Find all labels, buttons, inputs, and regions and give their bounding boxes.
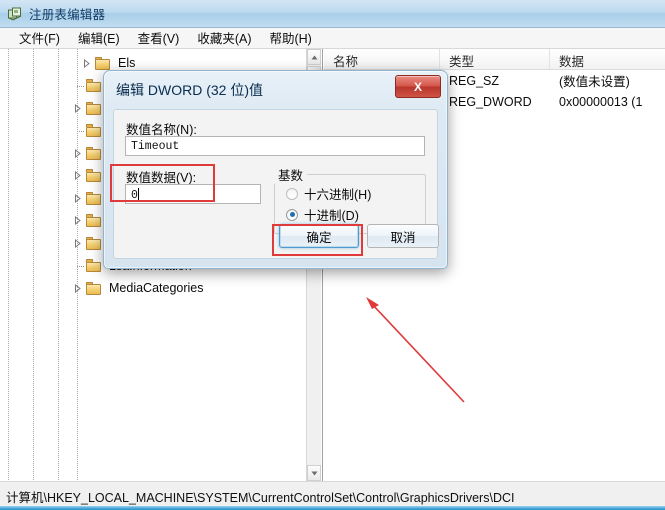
tree-item-mediacategories[interactable]: MediaCategories	[0, 277, 308, 300]
folder-icon	[86, 169, 102, 183]
column-header-name[interactable]: 名称	[324, 49, 440, 69]
window-titlebar: 注册表编辑器	[0, 0, 665, 28]
radio-decimal-dot	[286, 208, 298, 221]
radio-decimal[interactable]: 十进制(D)	[286, 205, 359, 224]
folder-icon	[95, 56, 111, 70]
folder-icon	[86, 79, 102, 93]
folder-icon	[86, 281, 102, 295]
close-icon[interactable]: X	[395, 75, 441, 98]
cell-type: REG_DWORD	[449, 94, 532, 109]
chevron-right-icon[interactable]	[73, 148, 82, 158]
dialog-title: 编辑 DWORD (32 位)值	[116, 82, 263, 98]
chevron-right-icon[interactable]	[82, 58, 91, 68]
status-path: 计算机\HKEY_LOCAL_MACHINE\SYSTEM\CurrentCon…	[6, 491, 515, 505]
edit-dword-dialog: 编辑 DWORD (32 位)值 X 数值名称(N): Timeout 数值数据…	[103, 70, 448, 269]
radio-hexadecimal-label: 十六进制(H)	[304, 188, 372, 202]
value-data-input[interactable]: 0	[125, 184, 261, 204]
menu-item-view[interactable]: 查看(V)	[129, 27, 189, 49]
menu-item-favorites[interactable]: 收藏夹(A)	[188, 27, 260, 49]
menu-item-file[interactable]: 文件(F)	[10, 27, 69, 49]
column-header-type[interactable]: 类型	[440, 49, 550, 69]
tree-connector	[77, 85, 85, 87]
chevron-right-icon[interactable]	[73, 103, 82, 113]
column-header-data[interactable]: 数据	[550, 49, 665, 69]
cancel-button[interactable]: 取消	[367, 224, 439, 248]
value-data-text: 0	[131, 189, 138, 202]
folder-icon	[86, 124, 102, 138]
scroll-up-button[interactable]	[307, 49, 321, 65]
base-group-label: 基数	[274, 165, 308, 184]
chevron-right-icon[interactable]	[73, 283, 82, 293]
dialog-titlebar: 编辑 DWORD (32 位)值 X	[104, 71, 447, 109]
cell-data: (数值未设置)	[559, 75, 630, 89]
dialog-body: 数值名称(N): Timeout 数值数据(V): 0 基数 十六进制(H) 十…	[113, 109, 439, 259]
list-column-headers: 名称 类型 数据	[324, 49, 665, 70]
registry-editor-window: 注册表编辑器 文件(F) 编辑(E) 查看(V) 收藏夹(A) 帮助(H) El…	[0, 0, 665, 510]
menubar: 文件(F) 编辑(E) 查看(V) 收藏夹(A) 帮助(H)	[0, 28, 665, 49]
menu-item-edit[interactable]: 编辑(E)	[69, 27, 129, 49]
chevron-right-icon[interactable]	[73, 238, 82, 248]
cell-type: REG_SZ	[449, 73, 500, 88]
tree-item-label: MediaCategories	[109, 281, 204, 296]
folder-icon	[86, 146, 102, 160]
text-caret	[137, 188, 139, 200]
ok-button[interactable]: 确定	[279, 224, 359, 248]
window-title: 注册表编辑器	[29, 8, 106, 22]
cell-data: 0x00000013 (1	[559, 94, 643, 109]
chevron-right-icon[interactable]	[73, 216, 82, 226]
value-name-input[interactable]: Timeout	[125, 136, 425, 156]
registry-editor-icon	[7, 6, 23, 22]
folder-icon	[86, 101, 102, 115]
tree-item-label: Els	[118, 56, 136, 71]
radio-decimal-label: 十进制(D)	[304, 209, 359, 223]
radio-hexadecimal-dot	[286, 187, 298, 200]
chevron-right-icon[interactable]	[73, 171, 82, 181]
tree-connector	[77, 265, 85, 267]
folder-icon	[86, 191, 102, 205]
folder-icon	[86, 259, 102, 273]
statusbar-accent	[0, 506, 665, 510]
menu-item-help[interactable]: 帮助(H)	[260, 27, 320, 49]
tree-connector	[77, 130, 85, 132]
chevron-right-icon[interactable]	[73, 193, 82, 203]
folder-icon	[86, 236, 102, 250]
folder-icon	[86, 214, 102, 228]
radio-hexadecimal[interactable]: 十六进制(H)	[286, 184, 371, 203]
statusbar: 计算机\HKEY_LOCAL_MACHINE\SYSTEM\CurrentCon…	[0, 481, 665, 510]
scroll-down-button[interactable]	[307, 465, 321, 481]
